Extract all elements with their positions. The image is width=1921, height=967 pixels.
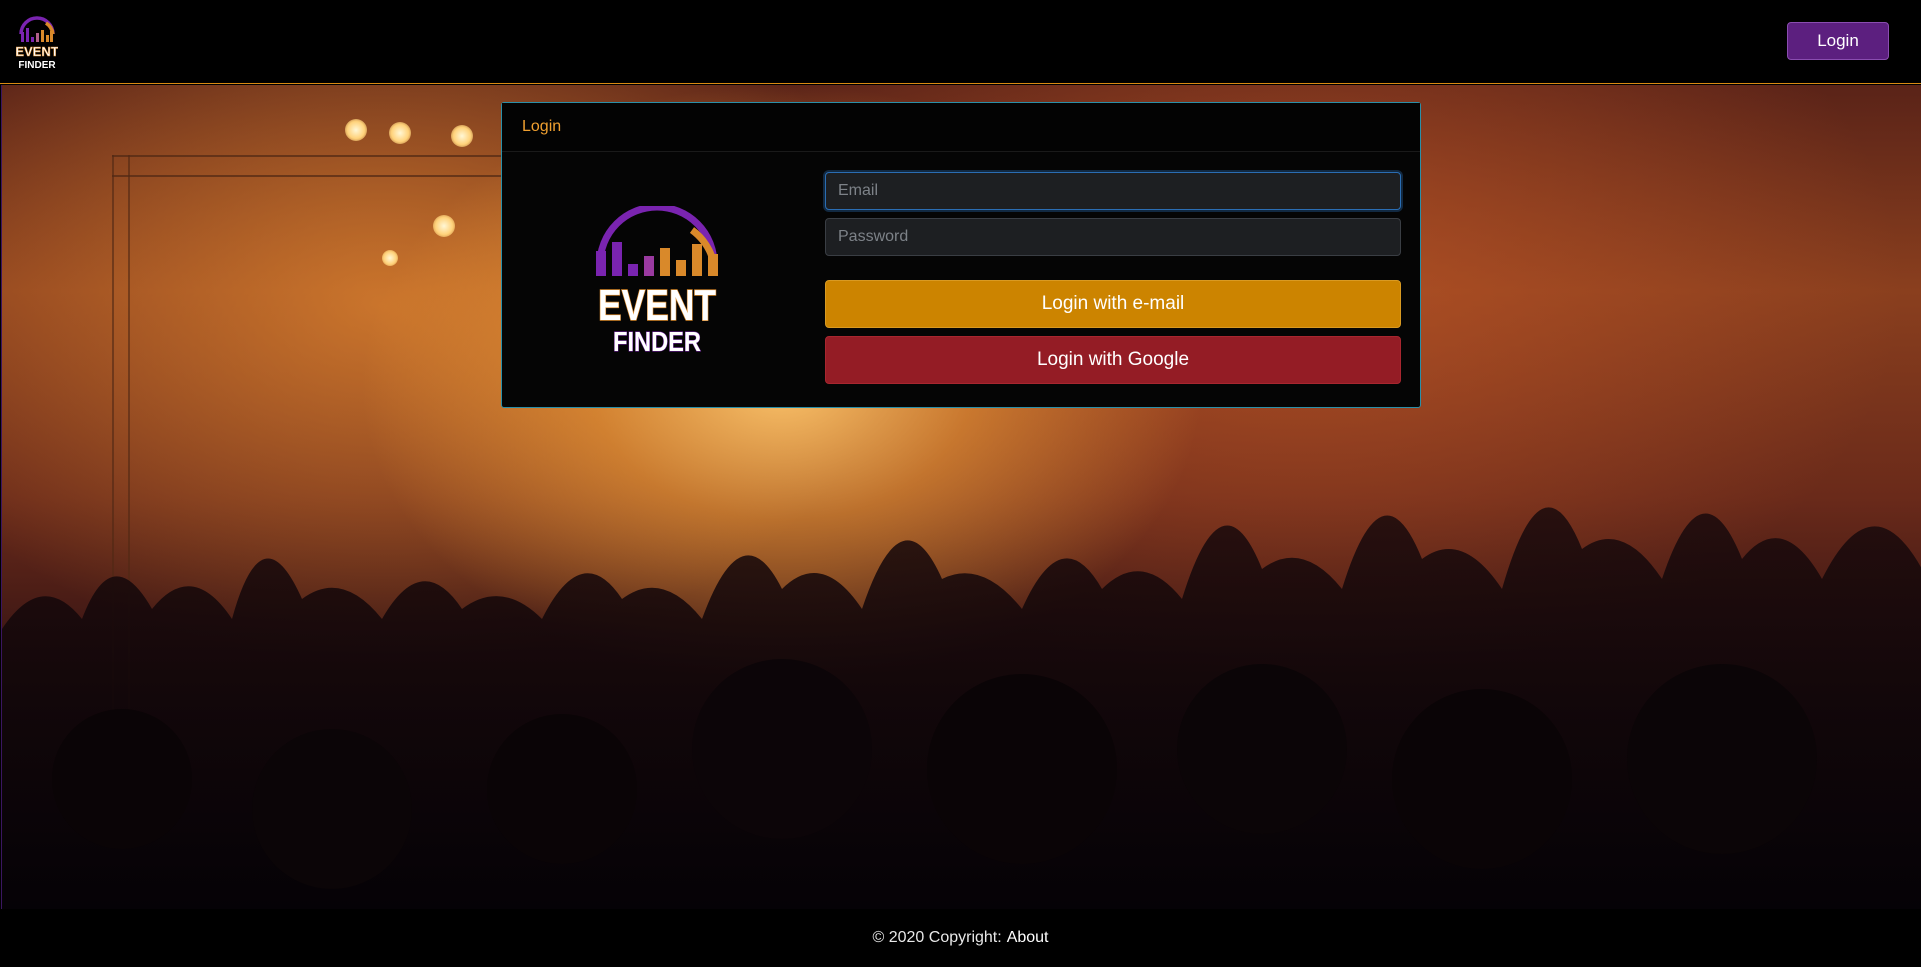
login-card: Login EVENT FINDER Login with e-mail Log… xyxy=(501,102,1421,408)
page-footer: © 2020 Copyright: About xyxy=(0,909,1921,967)
login-card-header: Login xyxy=(502,103,1420,152)
stage-light xyxy=(451,125,473,147)
nav-login-button[interactable]: Login xyxy=(1787,22,1889,60)
stage-light xyxy=(345,119,367,141)
about-link[interactable]: About xyxy=(1007,929,1049,947)
copyright-text: © 2020 Copyright: xyxy=(872,929,1002,946)
nav-logo-text-top: EVENT xyxy=(16,44,58,59)
crowd-silhouette xyxy=(2,507,1921,909)
nav-logo-text-bottom: FINDER xyxy=(18,60,56,70)
top-navbar: EVENT FINDER Login xyxy=(0,0,1921,84)
login-with-google-button[interactable]: Login with Google xyxy=(825,336,1401,384)
login-with-email-button[interactable]: Login with e-mail xyxy=(825,280,1401,328)
card-logo-text-bottom: FINDER xyxy=(613,326,701,356)
card-logo-text-top: EVENT xyxy=(598,281,716,330)
email-input[interactable] xyxy=(825,172,1401,210)
stage-light xyxy=(433,215,455,237)
stage-light xyxy=(389,122,411,144)
password-input[interactable] xyxy=(825,218,1401,256)
stage-truss xyxy=(112,155,512,177)
event-finder-logo-icon: EVENT FINDER xyxy=(596,206,718,356)
login-card-title: Login xyxy=(522,118,562,135)
stage-light xyxy=(382,250,398,266)
event-finder-logo-icon[interactable]: EVENT FINDER xyxy=(16,12,58,70)
